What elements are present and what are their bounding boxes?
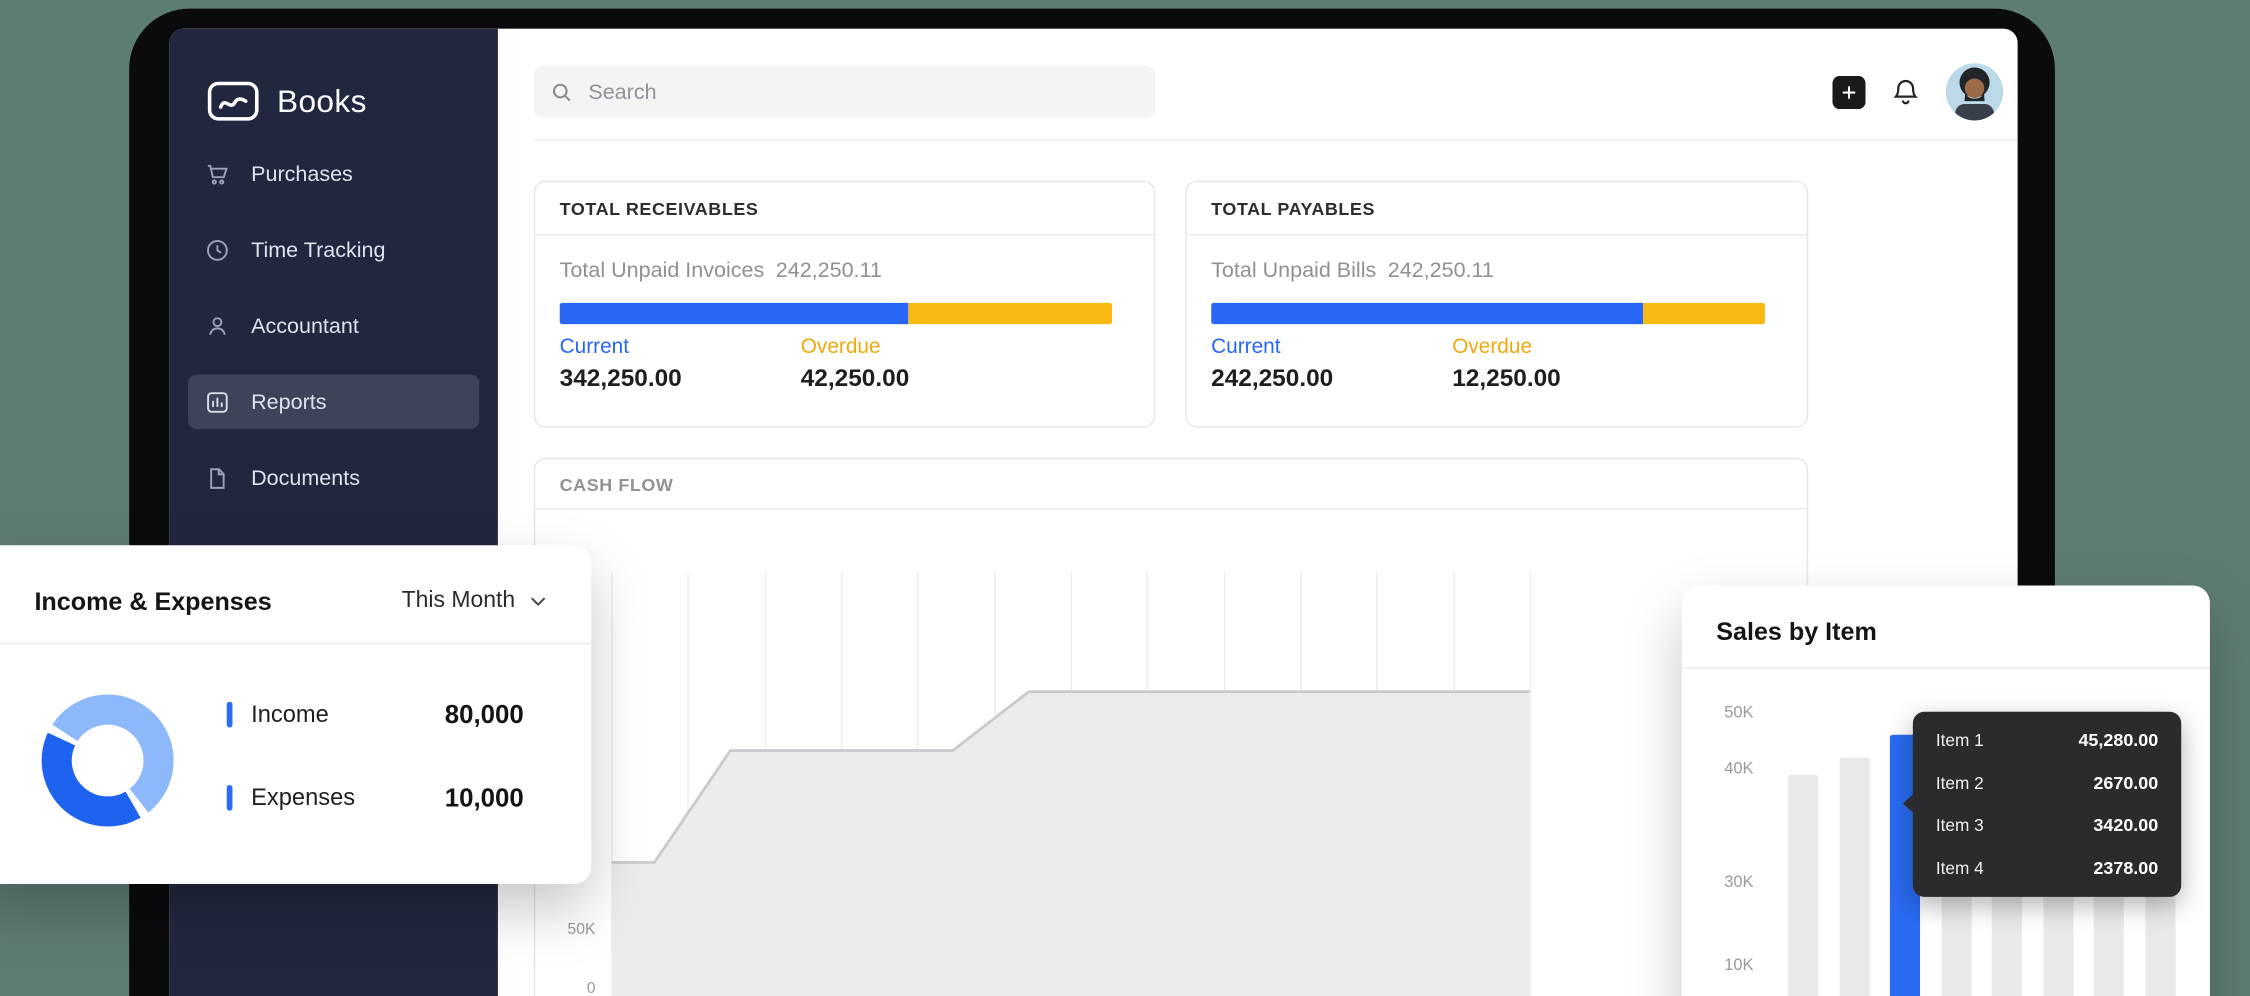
cashflow-area-chart bbox=[611, 573, 1529, 996]
cashflow-plot bbox=[611, 573, 1529, 996]
income-expenses-card: Income & Expenses This Month Income 80,0… bbox=[0, 545, 591, 884]
tooltip-item-label: Item 1 bbox=[1936, 730, 1984, 750]
card-title: CASH FLOW bbox=[560, 475, 674, 495]
income-label: Income bbox=[251, 701, 329, 728]
sidebar-item-reports[interactable]: Reports bbox=[188, 375, 479, 430]
stage: Books Purchases Time Tracking bbox=[0, 0, 2250, 996]
reports-icon bbox=[204, 388, 231, 415]
sidebar-item-accountant[interactable]: Accountant bbox=[188, 298, 479, 353]
gridline bbox=[1530, 573, 1531, 996]
current-value: 242,250.00 bbox=[1211, 364, 1333, 393]
cart-icon bbox=[204, 160, 231, 187]
legend-row-expenses: Expenses 10,000 bbox=[227, 778, 524, 818]
sales-bar[interactable] bbox=[1788, 775, 1818, 996]
card-title: TOTAL RECEIVABLES bbox=[560, 199, 759, 219]
progress-current-segment bbox=[1211, 303, 1643, 325]
payables-progress-bar bbox=[1211, 303, 1765, 325]
tooltip-row: Item 2 2670.00 bbox=[1936, 773, 2158, 793]
overdue-label: Overdue bbox=[801, 336, 881, 359]
books-logo-icon bbox=[207, 80, 260, 122]
total-receivables-card: TOTAL RECEIVABLES Total Unpaid Invoices 2… bbox=[534, 181, 1155, 428]
card-divider bbox=[1187, 234, 1807, 235]
sales-bar[interactable] bbox=[1839, 758, 1869, 996]
total-payables-card: TOTAL PAYABLES Total Unpaid Bills 242,250… bbox=[1185, 181, 1808, 428]
sidebar-nav: Purchases Time Tracking Accountant bbox=[169, 146, 498, 505]
user-avatar[interactable] bbox=[1946, 63, 2003, 120]
accountant-icon bbox=[204, 312, 231, 339]
topbar-divider bbox=[534, 139, 2018, 140]
search-icon bbox=[550, 80, 574, 104]
sidebar-item-label: Time Tracking bbox=[251, 237, 385, 261]
tooltip-item-value: 45,280.00 bbox=[2078, 730, 2158, 750]
unpaid-value: 242,250.11 bbox=[776, 258, 882, 282]
unpaid-bills-line: Total Unpaid Bills 242,250.11 bbox=[1211, 258, 1494, 282]
unpaid-invoices-line: Total Unpaid Invoices 242,250.11 bbox=[560, 258, 882, 282]
cashflow-ytick: 0 bbox=[558, 980, 595, 996]
current-label: Current bbox=[1211, 336, 1280, 359]
tooltip-item-label: Item 3 bbox=[1936, 816, 1984, 836]
legend-row-income: Income 80,000 bbox=[227, 695, 524, 735]
app-logo: Books bbox=[207, 80, 367, 122]
overdue-value: 42,250.00 bbox=[801, 364, 910, 393]
period-label: This Month bbox=[402, 588, 516, 614]
tooltip-row: Item 1 45,280.00 bbox=[1936, 730, 2158, 750]
sales-tooltip: Item 1 45,280.00 Item 2 2670.00 Item 3 3… bbox=[1913, 712, 2181, 897]
current-value: 342,250.00 bbox=[560, 364, 682, 393]
add-new-button[interactable] bbox=[1832, 75, 1865, 108]
tooltip-item-label: Item 2 bbox=[1936, 773, 1984, 793]
card-divider bbox=[535, 508, 1806, 509]
income-expenses-title: Income & Expenses bbox=[34, 587, 271, 617]
tooltip-row: Item 3 3420.00 bbox=[1936, 816, 2158, 836]
notifications-bell-icon[interactable] bbox=[1890, 76, 1922, 108]
sidebar-item-label: Purchases bbox=[251, 161, 353, 185]
sidebar-item-purchases[interactable]: Purchases bbox=[188, 146, 479, 201]
card-title: TOTAL PAYABLES bbox=[1211, 199, 1375, 219]
expenses-marker bbox=[227, 785, 233, 811]
chevron-down-icon bbox=[528, 591, 548, 611]
income-value: 80,000 bbox=[445, 700, 524, 730]
progress-overdue-segment bbox=[1643, 303, 1765, 325]
unpaid-label: Total Unpaid Invoices bbox=[560, 258, 765, 282]
plus-icon bbox=[1840, 83, 1859, 102]
sidebar-item-label: Reports bbox=[251, 390, 326, 414]
progress-overdue-segment bbox=[908, 303, 1112, 325]
cash-flow-card: CASH FLOW 50K 0 bbox=[534, 458, 1808, 996]
sidebar-item-time-tracking[interactable]: Time Tracking bbox=[188, 222, 479, 277]
sidebar-item-label: Documents bbox=[251, 466, 360, 490]
sales-by-item-card: Sales by Item 50K 40K 30K 10K Item 1 45,… bbox=[1682, 585, 2210, 996]
progress-current-segment bbox=[560, 303, 908, 325]
tooltip-item-value: 3420.00 bbox=[2093, 816, 2158, 836]
overdue-value: 12,250.00 bbox=[1452, 364, 1561, 393]
tooltip-row: Item 4 2378.00 bbox=[1936, 858, 2158, 878]
unpaid-value: 242,250.11 bbox=[1388, 258, 1494, 282]
clock-icon bbox=[204, 236, 231, 263]
cashflow-ytick: 50K bbox=[558, 921, 595, 938]
receivables-progress-bar bbox=[560, 303, 1112, 325]
avatar-image bbox=[1946, 63, 2003, 120]
expenses-value: 10,000 bbox=[445, 783, 524, 813]
current-label: Current bbox=[560, 336, 629, 359]
unpaid-label: Total Unpaid Bills bbox=[1211, 258, 1376, 282]
expenses-label: Expenses bbox=[251, 784, 355, 811]
topbar-actions bbox=[1832, 63, 2003, 120]
app-title: Books bbox=[277, 83, 367, 120]
card-divider bbox=[535, 234, 1153, 235]
period-selector[interactable]: This Month bbox=[402, 588, 549, 614]
income-expenses-donut-chart bbox=[42, 695, 174, 827]
card-divider bbox=[0, 643, 591, 644]
tooltip-item-label: Item 4 bbox=[1936, 858, 1984, 878]
tooltip-item-value: 2670.00 bbox=[2093, 773, 2158, 793]
document-icon bbox=[204, 464, 231, 491]
sidebar-item-label: Accountant bbox=[251, 314, 359, 338]
overdue-label: Overdue bbox=[1452, 336, 1532, 359]
income-marker bbox=[227, 702, 233, 728]
search-input[interactable] bbox=[534, 66, 1155, 118]
sidebar-item-documents[interactable]: Documents bbox=[188, 451, 479, 506]
tooltip-item-value: 2378.00 bbox=[2093, 858, 2158, 878]
